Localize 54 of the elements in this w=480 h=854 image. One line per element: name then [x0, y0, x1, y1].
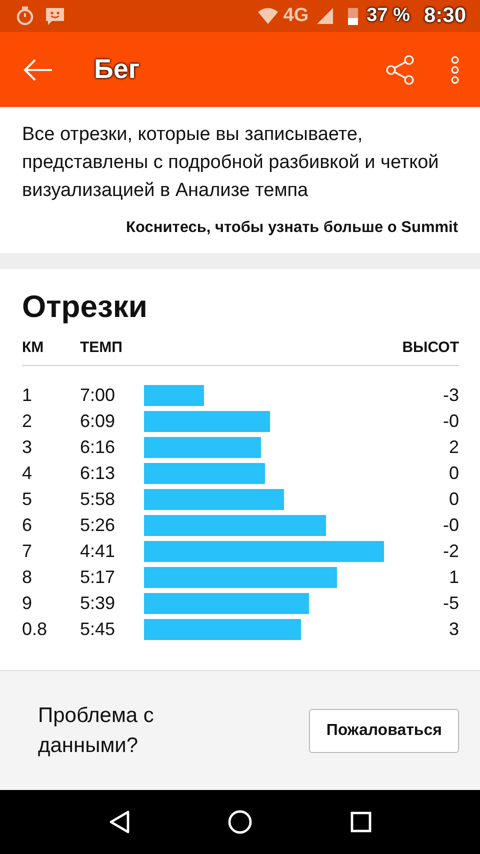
- km-cell-text: 7: [22, 540, 34, 562]
- report-button[interactable]: Пожаловаться: [309, 708, 459, 752]
- home-button[interactable]: [226, 809, 253, 835]
- elevation-cell-text: -5: [442, 592, 459, 614]
- km-cell-text: 6: [22, 514, 34, 536]
- pace-cell-text: 5:26: [80, 514, 116, 536]
- pace-cell-text: 7:00: [80, 384, 116, 406]
- pace-cell-text: 5:39: [80, 592, 116, 614]
- pace-cell-text: 5:58: [80, 488, 116, 510]
- elevation-cell-text: -3: [442, 384, 459, 406]
- km-cell-text: 3: [22, 436, 34, 458]
- recents-button[interactable]: [350, 811, 372, 833]
- intro-text: Все отрезки, которые вы записываете, представлены с подробной разбивкой и четкой визуализацией в Анализе темпа: [22, 123, 440, 203]
- battery-icon: [346, 6, 359, 26]
- km-cell-text: 5: [22, 488, 34, 510]
- elevation-cell-text: -2: [442, 540, 459, 562]
- feedback-question: Проблема с данными?: [38, 702, 155, 758]
- message-icon: [44, 5, 66, 27]
- elevation-cell-text: 2: [448, 436, 459, 458]
- pace-cell-text: 6:16: [80, 436, 116, 458]
- elevation-cell-text: 3: [448, 618, 459, 640]
- column-header: ТЕМП: [80, 339, 124, 356]
- more-options-button[interactable]: [450, 54, 460, 84]
- km-cell-text: 9: [22, 592, 34, 614]
- clock: 8:30: [424, 4, 466, 28]
- screen-title: Бег: [94, 54, 141, 85]
- stopwatch-icon: [14, 5, 36, 27]
- elevation-cell-text: 0: [448, 488, 459, 510]
- share-button[interactable]: [384, 54, 416, 86]
- wifi-icon: [257, 7, 280, 25]
- km-cell-text: 2: [22, 410, 34, 432]
- back-button[interactable]: [22, 58, 54, 82]
- column-header: ВЫСОТ: [401, 339, 459, 356]
- elevation-cell-text: -0: [442, 514, 459, 536]
- elevation-cell-text: 1: [448, 566, 459, 588]
- pace-cell-text: 6:09: [80, 410, 116, 432]
- splits-heading: Отрезки: [22, 289, 148, 325]
- back-nav-button[interactable]: [108, 810, 130, 834]
- column-header: КМ: [22, 339, 45, 356]
- km-cell-text: 1: [22, 384, 34, 406]
- learn-more-link[interactable]: Коснитесь, чтобы узнать больше о Summit: [126, 219, 458, 237]
- signal-icon: [316, 8, 333, 24]
- elevation-cell-text: -0: [442, 410, 459, 432]
- elevation-cell-text: 0: [448, 462, 459, 484]
- pace-cell-text: 5:17: [80, 566, 116, 588]
- km-cell-text: 4: [22, 462, 34, 484]
- pace-cell-text: 6:13: [80, 462, 116, 484]
- network-label: 4G: [283, 5, 309, 27]
- battery-percent: 37 %: [366, 5, 410, 27]
- km-cell-text: 0.8: [22, 618, 48, 640]
- pace-bar: [144, 384, 204, 406]
- km-cell-text: 8: [22, 566, 34, 588]
- pace-cell-text: 4:41: [80, 540, 116, 562]
- pace-cell-text: 5:45: [80, 618, 116, 640]
